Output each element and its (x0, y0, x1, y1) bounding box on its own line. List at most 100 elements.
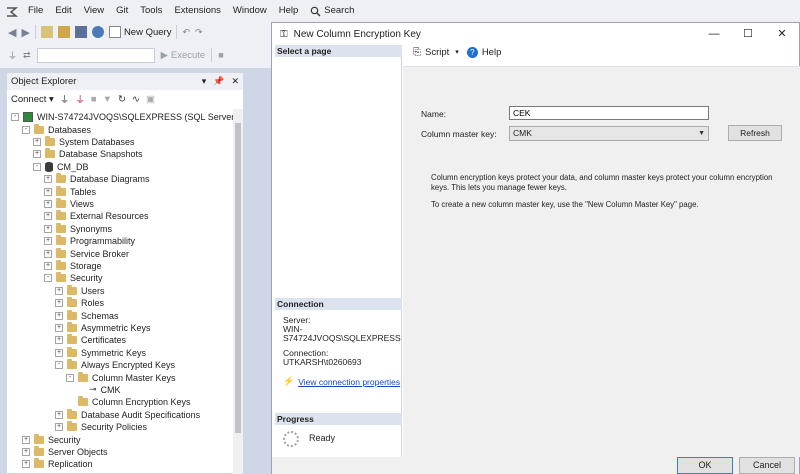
tree-node[interactable]: + Programmability (44, 235, 135, 247)
change-connection-icon[interactable]: ⇄ (23, 50, 31, 61)
tree-node[interactable]: + Users (55, 284, 105, 297)
disconnect-icon[interactable]: ⏚ (75, 92, 85, 106)
save-icon[interactable] (74, 26, 87, 38)
maximize-icon[interactable]: ☐ (731, 23, 765, 45)
menu-file[interactable]: File (22, 0, 49, 22)
chevron-down-icon[interactable]: ▾ (202, 76, 207, 87)
view-connection-properties[interactable]: ⚡ View connection properties (275, 376, 402, 387)
new-query-button[interactable]: New Query (108, 26, 171, 38)
expand-icon[interactable]: + (44, 261, 52, 270)
tree-node[interactable]: + Synonyms (44, 222, 112, 235)
expand-icon[interactable]: + (22, 435, 30, 444)
tree-node[interactable]: + Database Diagrams (44, 173, 150, 185)
redo-icon[interactable]: ↷ (195, 27, 203, 38)
expand-icon[interactable]: + (44, 224, 52, 233)
tree-node[interactable]: - Databases (22, 123, 91, 135)
view-connection-properties-link[interactable]: View connection properties (298, 377, 400, 387)
expand-icon[interactable]: + (44, 249, 52, 258)
scrollbar-thumb[interactable] (235, 123, 241, 433)
tree-node[interactable]: + System Databases (33, 135, 135, 148)
back-icon[interactable]: ◀ (8, 26, 16, 39)
tree-node[interactable]: + Database Snapshots (33, 148, 143, 160)
menu-tools[interactable]: Tools (134, 0, 168, 22)
undo-icon[interactable]: ↶ (182, 27, 190, 38)
help-button[interactable]: Help (482, 47, 502, 58)
collapse-icon[interactable]: - (11, 113, 19, 122)
expand-icon[interactable]: + (55, 299, 63, 308)
close-icon[interactable]: ✕ (231, 76, 239, 87)
tree-node[interactable]: + Service Broker (44, 247, 129, 259)
expand-icon[interactable]: + (44, 199, 52, 208)
expand-icon[interactable]: + (22, 460, 30, 469)
tree-node[interactable]: + Storage (44, 259, 102, 272)
tree-node[interactable]: + Tables (44, 185, 96, 197)
forward-icon[interactable]: ▶ (21, 26, 29, 39)
name-field[interactable] (509, 106, 709, 120)
connect-dropdown[interactable]: Connect ▾ (11, 94, 54, 105)
tree-node[interactable]: - CM_DB (33, 161, 89, 173)
collapse-icon[interactable]: - (66, 373, 74, 382)
tree-node[interactable]: + Certificates (55, 334, 126, 346)
save-all-icon[interactable] (91, 26, 104, 38)
tree-node[interactable]: - Always Encrypted Keys (55, 359, 175, 371)
expand-icon[interactable]: + (55, 323, 63, 332)
expand-icon[interactable]: + (55, 336, 63, 345)
filter-icon[interactable]: ▼ (103, 94, 112, 105)
chevron-down-icon[interactable]: ▾ (455, 48, 459, 56)
cancel-button[interactable]: Cancel (739, 457, 795, 474)
debug-icon[interactable]: ■ (218, 50, 223, 60)
expand-icon[interactable]: + (55, 348, 63, 357)
available-databases-dropdown[interactable] (36, 47, 155, 63)
tree-node[interactable]: + Security (22, 433, 81, 445)
object-explorer-scrollbar[interactable] (233, 109, 243, 474)
tree-node[interactable]: - Security (44, 272, 103, 284)
stop-icon[interactable]: ■ (91, 94, 97, 105)
expand-icon[interactable]: + (55, 410, 63, 419)
tree-node[interactable]: + External Resources (44, 210, 149, 222)
expand-icon[interactable]: + (44, 175, 52, 184)
connect-icon[interactable]: ⏚ (8, 49, 17, 62)
tree-node[interactable]: - Column Master Keys (66, 371, 176, 383)
tree-node[interactable]: + Symmetric Keys (55, 346, 146, 359)
close-icon[interactable]: ✕ (765, 23, 799, 45)
tree-node[interactable]: + Schemas (55, 309, 119, 321)
menu-window[interactable]: Window (227, 0, 273, 22)
expand-icon[interactable]: + (44, 187, 52, 196)
collapse-icon[interactable]: - (44, 274, 52, 283)
menu-git[interactable]: Git (110, 0, 134, 22)
connect-plug-icon[interactable]: ⏚ (60, 92, 70, 106)
activity-monitor-icon[interactable]: ∿ (132, 94, 140, 105)
tree-node[interactable]: + Replication (22, 458, 93, 470)
expand-icon[interactable]: + (33, 137, 41, 146)
collapse-icon[interactable]: - (22, 125, 30, 134)
column-master-key-dropdown[interactable]: CMK ▼ (509, 126, 709, 141)
new-project-icon[interactable] (40, 26, 53, 38)
tree-node[interactable]: + Roles (55, 297, 104, 309)
ok-button[interactable]: OK (677, 457, 733, 474)
expand-icon[interactable]: + (55, 423, 63, 432)
tree-node[interactable]: + Views (44, 197, 94, 210)
tree-node[interactable]: Column Encryption Keys (66, 396, 191, 408)
expand-icon[interactable]: + (33, 150, 41, 159)
open-icon[interactable] (57, 26, 70, 38)
menu-edit[interactable]: Edit (49, 0, 77, 22)
menu-extensions[interactable]: Extensions (168, 0, 226, 22)
expand-icon[interactable]: + (44, 212, 52, 221)
ssms-logo-icon[interactable] (0, 0, 22, 22)
summary-icon[interactable]: ▣ (146, 94, 155, 105)
refresh-button[interactable]: Refresh (728, 125, 782, 141)
menu-help[interactable]: Help (273, 0, 305, 22)
execute-button[interactable]: ▶ Execute (161, 50, 206, 61)
menu-view[interactable]: View (78, 0, 110, 22)
tree-node[interactable]: + Database Audit Specifications (55, 408, 200, 421)
refresh-icon[interactable]: ↻ (118, 94, 126, 105)
menu-search[interactable]: Search (310, 0, 360, 22)
tree-node[interactable]: + Server Objects (22, 445, 108, 458)
tree-node[interactable]: - WIN-S74724JVOQS\SQLEXPRESS (SQL Server … (11, 111, 233, 123)
expand-icon[interactable]: + (44, 237, 52, 246)
tree-node[interactable]: + Security Policies (55, 421, 147, 433)
pin-icon[interactable]: 📌 (213, 76, 224, 87)
minimize-icon[interactable]: — (697, 23, 731, 45)
tree-node[interactable]: ⊸ CMK (77, 384, 121, 396)
collapse-icon[interactable]: - (55, 361, 63, 370)
